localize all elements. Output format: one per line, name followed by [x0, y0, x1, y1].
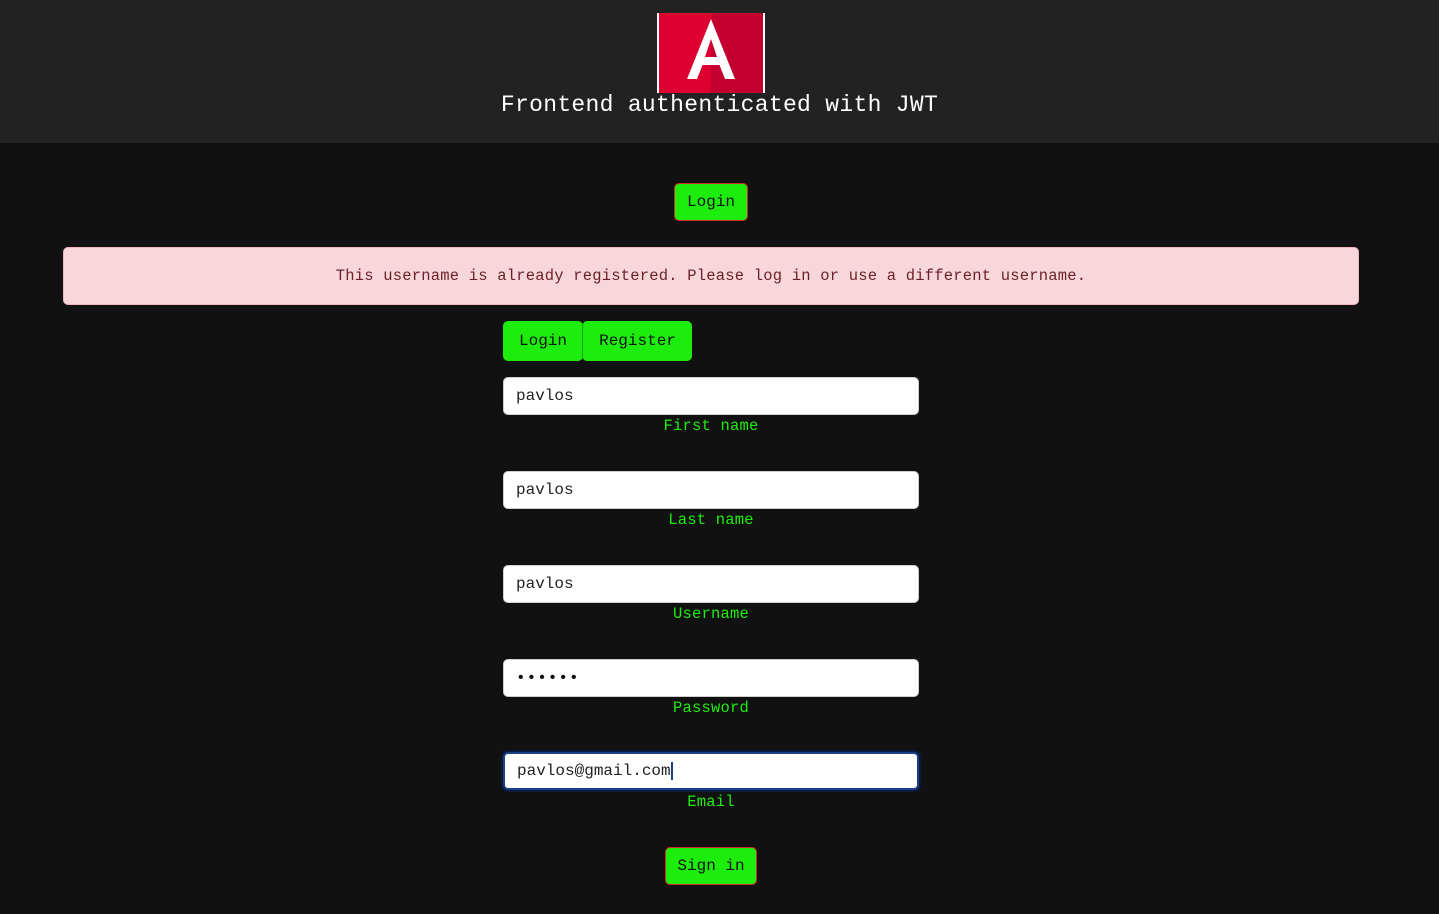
first-name-value: pavlos [516, 387, 574, 405]
alert-message: This username is already registered. Ple… [335, 267, 1087, 285]
tab-login[interactable]: Login [503, 321, 583, 361]
password-value: •••••• [516, 669, 580, 687]
last-name-value: pavlos [516, 481, 574, 499]
password-label: Password [672, 699, 749, 717]
angular-logo-icon [657, 13, 765, 93]
password-field[interactable]: •••••• [503, 659, 919, 697]
email-label: Email [687, 793, 735, 811]
first-name-field[interactable]: pavlos [503, 377, 919, 415]
username-field[interactable]: pavlos [503, 565, 919, 603]
app-title: Frontend authenticated with JWT [500, 92, 939, 118]
username-label: Username [672, 605, 749, 623]
email-value: pavlos@gmail.com [517, 762, 671, 780]
app-header: Frontend authenticated with JWT [0, 0, 1439, 143]
nav-login-button[interactable]: Login [674, 183, 748, 221]
tab-register[interactable]: Register [582, 321, 692, 361]
last-name-label: Last name [668, 511, 754, 529]
first-name-label: First name [663, 417, 759, 435]
username-value: pavlos [516, 575, 574, 593]
email-field[interactable]: pavlos@gmail.com [503, 752, 919, 790]
last-name-field[interactable]: pavlos [503, 471, 919, 509]
text-caret [670, 762, 673, 780]
error-alert: This username is already registered. Ple… [63, 247, 1359, 305]
sign-in-button[interactable]: Sign in [665, 847, 757, 885]
